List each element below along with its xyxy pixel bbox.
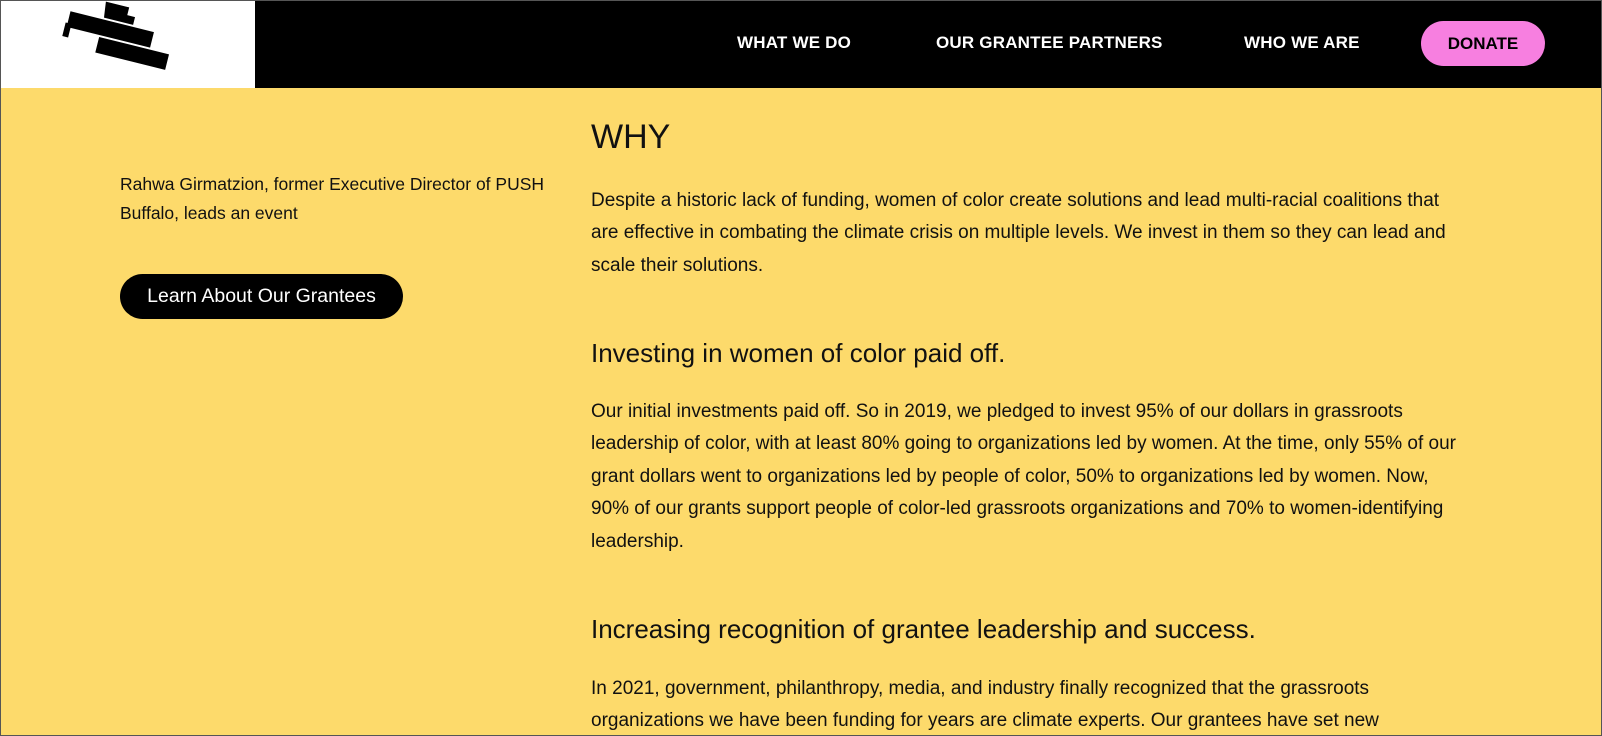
nav-who-we-are[interactable]: WHO WE ARE xyxy=(1244,33,1360,53)
site-header: WHAT WE DO OUR GRANTEE PARTNERS WHO WE A… xyxy=(0,0,1602,88)
page-heading: WHY xyxy=(591,118,671,156)
section-heading: Investing in women of color paid off. xyxy=(591,338,1006,368)
image-caption: Rahwa Girmatzion, former Executive Direc… xyxy=(120,174,545,223)
donate-button[interactable]: DONATE xyxy=(1421,21,1545,66)
learn-about-grantees-button[interactable]: Learn About Our Grantees xyxy=(120,274,403,319)
solutions-project-logo-icon xyxy=(62,1,170,70)
nav-what-we-do[interactable]: WHAT WE DO xyxy=(737,33,851,53)
section-paragraph: In 2021, government, philanthropy, media… xyxy=(591,678,1379,732)
nav-our-grantee-partners[interactable]: OUR GRANTEE PARTNERS xyxy=(936,33,1163,53)
site-logo[interactable] xyxy=(0,0,255,88)
intro-paragraph: Despite a historic lack of funding, wome… xyxy=(591,190,1446,276)
section-heading: Increasing recognition of grantee leader… xyxy=(591,614,1256,644)
section-paragraph: Our initial investments paid off. So in … xyxy=(591,401,1457,552)
